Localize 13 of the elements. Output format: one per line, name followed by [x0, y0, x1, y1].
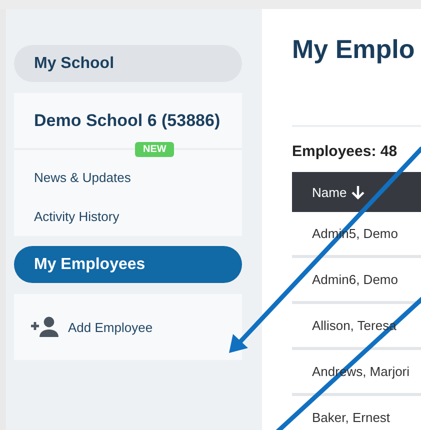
add-employee-button[interactable]: Add Employee [24, 314, 159, 340]
table-cell: Baker, Ernest [312, 410, 390, 425]
sidebar-section-button[interactable]: My Employees [14, 246, 242, 283]
page-title: My Emplo [292, 33, 416, 66]
add-person-icon [30, 316, 60, 338]
sidebar-section-button[interactable]: My School [14, 45, 242, 82]
column-header[interactable]: Name [312, 184, 365, 200]
table-cell: Admin6, Demo [312, 272, 398, 287]
sidebar-link[interactable]: Activity History [34, 209, 120, 224]
school-name: Demo School 6 (53886) [34, 110, 222, 132]
sidebar-link[interactable]: News & Updates [34, 170, 131, 185]
new-badge: NEW [135, 142, 174, 157]
employee-count: Employees: 48 [292, 143, 398, 160]
